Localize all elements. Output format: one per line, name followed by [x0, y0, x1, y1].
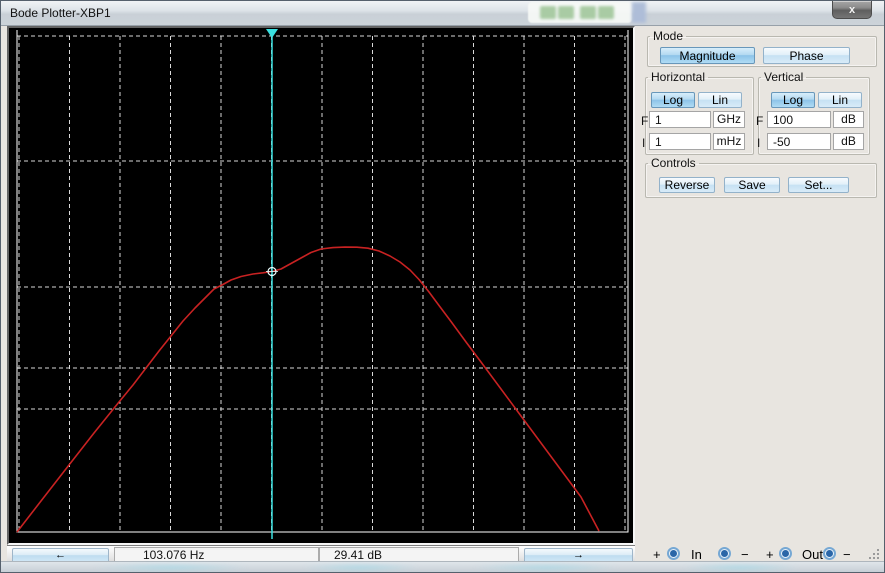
- horizontal-final-label: F: [641, 114, 648, 128]
- plot-cursor[interactable]: [266, 29, 278, 539]
- vertical-initial-label: I: [757, 136, 760, 150]
- reverse-button[interactable]: Reverse: [659, 177, 715, 193]
- out-minus-terminal-icon: [823, 547, 836, 560]
- background-glass-artifact: [528, 2, 632, 23]
- horizontal-initial-label: I: [642, 136, 645, 150]
- vertical-lin-button[interactable]: Lin: [818, 92, 862, 108]
- set-button[interactable]: Set...: [788, 177, 849, 193]
- vertical-final-unit: dB: [833, 111, 864, 128]
- window-title: Bode Plotter-XBP1: [10, 6, 111, 20]
- vertical-final-input[interactable]: [767, 111, 831, 128]
- out-plus-label: +: [766, 547, 774, 562]
- bode-plotter-window: Bode Plotter-XBP1 x ← 103.076 Hz 29.41 d…: [0, 0, 885, 573]
- horizontal-lin-button[interactable]: Lin: [698, 92, 742, 108]
- horizontal-initial-unit: mHz: [713, 133, 745, 150]
- magnitude-trace: [17, 247, 599, 532]
- mode-group-label: Mode: [650, 29, 686, 43]
- horizontal-group-label: Horizontal: [648, 70, 708, 84]
- close-button[interactable]: x: [832, 1, 872, 19]
- vertical-log-button[interactable]: Log: [771, 92, 815, 108]
- resize-grip[interactable]: [867, 547, 881, 561]
- right-arrow-icon: →: [573, 549, 584, 561]
- horizontal-final-unit: GHz: [713, 111, 745, 128]
- horizontal-initial-input[interactable]: [649, 133, 711, 150]
- plot-grid: [17, 36, 628, 532]
- vertical-initial-unit: dB: [833, 133, 864, 150]
- magnitude-button[interactable]: Magnitude: [660, 47, 755, 64]
- vertical-final-label: F: [756, 114, 763, 128]
- window-bottom-edge: [1, 561, 884, 572]
- in-minus-terminal-icon: [718, 547, 731, 560]
- horizontal-final-input[interactable]: [649, 111, 711, 128]
- save-button[interactable]: Save: [724, 177, 780, 193]
- controls-group-label: Controls: [648, 156, 699, 170]
- close-icon: x: [849, 4, 855, 16]
- bode-plot-canvas: [9, 28, 633, 543]
- window-titlebar[interactable]: Bode Plotter-XBP1 x: [1, 1, 884, 26]
- out-plus-terminal-icon: [779, 547, 792, 560]
- cursor-handle-icon[interactable]: [266, 29, 278, 38]
- in-minus-label: −: [741, 547, 749, 562]
- phase-button[interactable]: Phase: [763, 47, 850, 64]
- in-plus-terminal-icon: [667, 547, 680, 560]
- vertical-initial-input[interactable]: [767, 133, 831, 150]
- bode-plot-display: [7, 26, 635, 545]
- in-plus-label: +: [653, 547, 661, 562]
- vertical-group-label: Vertical: [761, 70, 806, 84]
- out-label: Out: [802, 547, 823, 562]
- out-minus-label: −: [843, 547, 851, 562]
- horizontal-log-button[interactable]: Log: [651, 92, 695, 108]
- in-label: In: [691, 547, 702, 562]
- left-arrow-icon: ←: [55, 549, 66, 561]
